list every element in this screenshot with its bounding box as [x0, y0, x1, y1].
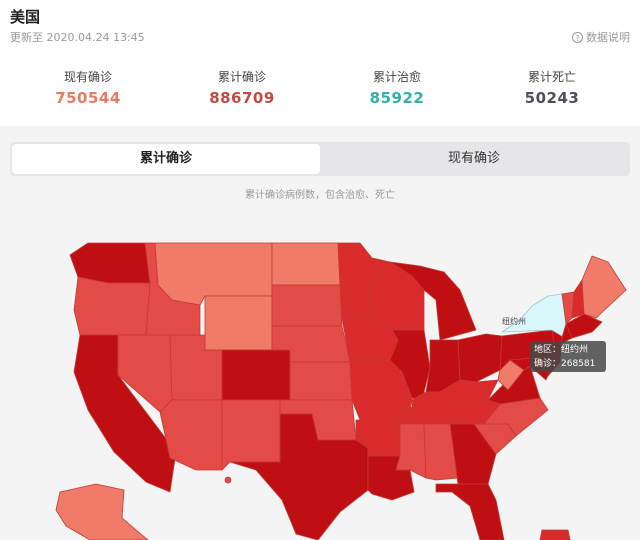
state-washington[interactable]: [69, 242, 151, 284]
data-help-label: 数据说明: [586, 31, 630, 44]
state-north-dakota[interactable]: [271, 242, 341, 286]
stat-total-recovered: 累计治愈 85922: [317, 68, 477, 107]
tooltip-count: 确诊：268581: [534, 359, 596, 369]
stat-value: 886709: [209, 89, 275, 107]
map-caption: 累计确诊病例数，包含治愈、死亡: [245, 190, 395, 201]
header-panel: 美国 更新至 2020.04.24 13:45 ? 数据说明 现有确诊 7505…: [0, 0, 640, 126]
update-time: 更新至 2020.04.24 13:45: [10, 31, 145, 44]
stat-label: 累计死亡: [527, 70, 576, 84]
territory-puerto-rico[interactable]: [539, 529, 571, 540]
state-alaska[interactable]: [55, 483, 149, 540]
map-tooltip: 地区：纽约州 确诊：268581: [530, 341, 606, 372]
state-south-dakota[interactable]: [271, 284, 343, 327]
state-wyoming[interactable]: [204, 295, 273, 351]
stat-value: 50243: [524, 89, 580, 107]
state-maine[interactable]: [581, 255, 627, 319]
stat-label: 现有确诊: [63, 70, 112, 84]
stat-value: 85922: [369, 89, 425, 107]
state-oregon[interactable]: [73, 276, 151, 336]
state-mississippi[interactable]: [395, 423, 427, 479]
page-title: 美国: [10, 8, 41, 26]
stat-label: 累计确诊: [217, 70, 266, 84]
state-ohio[interactable]: [457, 333, 503, 383]
data-help-link[interactable]: ? 数据说明: [572, 29, 630, 45]
state-florida[interactable]: [435, 483, 505, 540]
tab-current-confirmed[interactable]: 现有确诊: [320, 144, 628, 174]
stats-row: 现有确诊 750544 累计确诊 886709 累计治愈 85922 累计死亡 …: [0, 68, 640, 118]
tooltip-region: 地区：纽约州: [534, 345, 589, 355]
stat-current-confirmed: 现有确诊 750544: [8, 68, 168, 107]
ny-map-label: 纽约州: [502, 316, 526, 326]
stat-value: 750544: [55, 89, 121, 107]
tab-total-confirmed[interactable]: 累计确诊: [12, 144, 320, 174]
state-colorado[interactable]: [221, 349, 291, 401]
stat-total-deaths: 累计死亡 50243: [472, 68, 632, 107]
state-new-mexico[interactable]: [221, 399, 281, 471]
view-tabs: 累计确诊 现有确诊: [10, 142, 630, 176]
question-circle-icon: ?: [572, 31, 583, 43]
state-kansas[interactable]: [289, 361, 353, 401]
state-hawaii[interactable]: [224, 476, 232, 484]
stat-label: 累计治愈: [372, 70, 421, 84]
stat-total-confirmed: 累计确诊 886709: [162, 68, 322, 107]
